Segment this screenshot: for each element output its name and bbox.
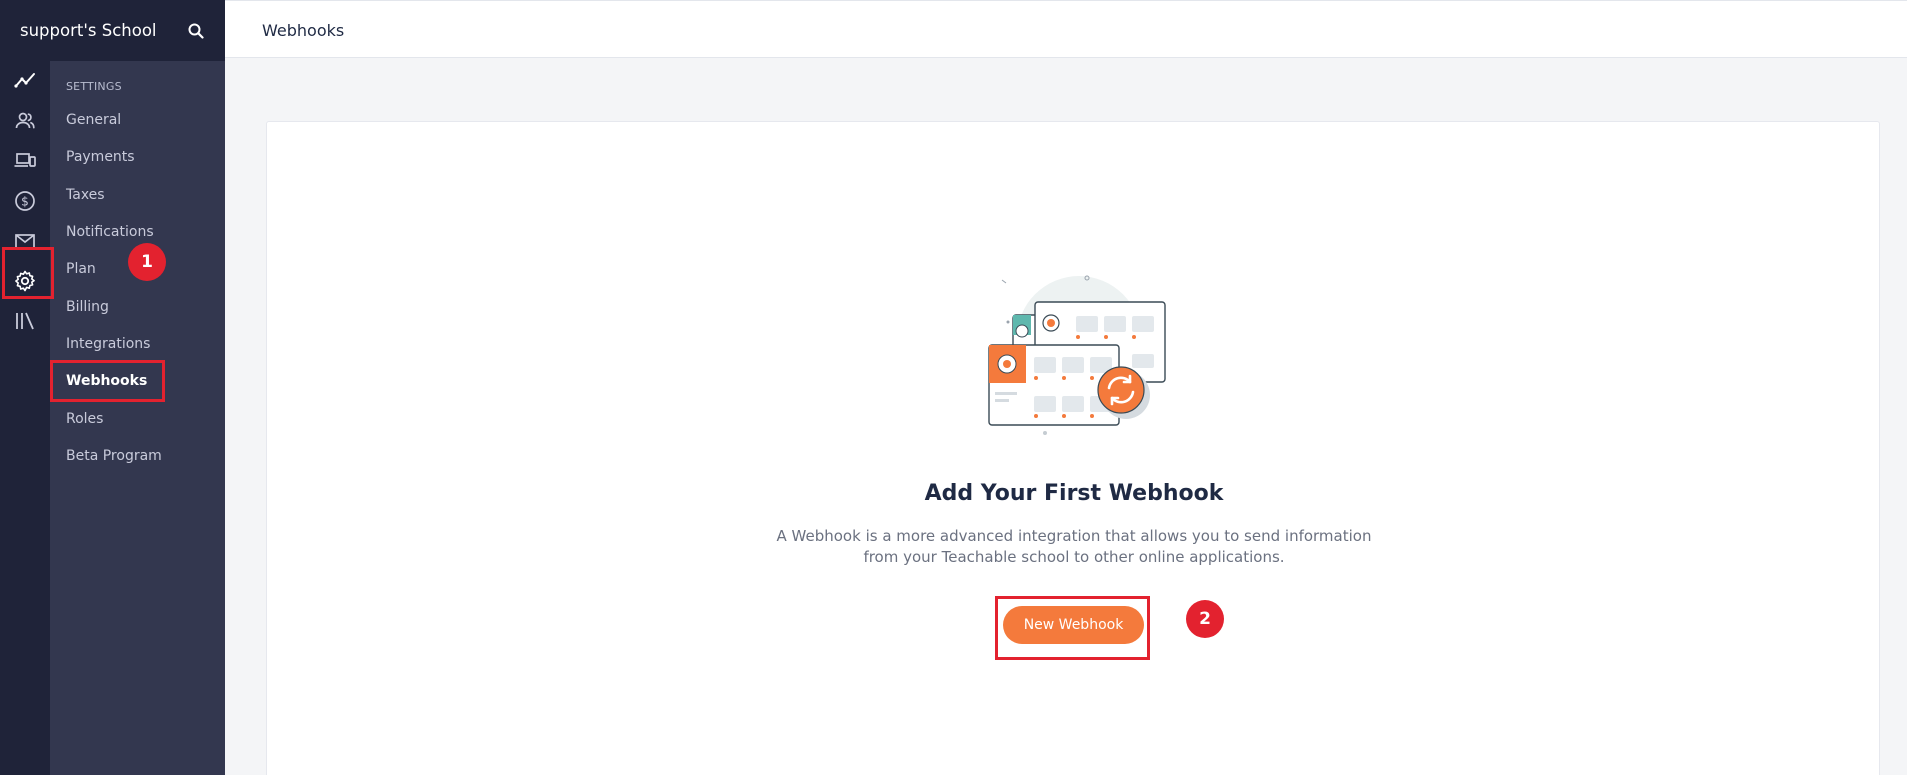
school-header: support's School [0, 0, 225, 61]
empty-state-description: A Webhook is a more advanced integration… [776, 527, 1372, 566]
gear-highlight-box [2, 247, 54, 299]
icon-rail: $ [0, 61, 50, 775]
dollar-icon[interactable]: $ [0, 181, 50, 221]
subnav-item-roles[interactable]: Roles [66, 411, 103, 427]
subnav-item-beta-program[interactable]: Beta Program [66, 448, 162, 464]
subnav-item-billing[interactable]: Billing [66, 299, 109, 315]
devices-icon[interactable] [0, 141, 50, 181]
subnav-item-taxes[interactable]: Taxes [66, 187, 105, 203]
users-icon[interactable] [0, 101, 50, 141]
subnav-item-payments[interactable]: Payments [66, 149, 135, 165]
webhooks-highlight-box [50, 360, 165, 402]
school-name[interactable]: support's School [20, 21, 187, 40]
new-webhook-highlight-box [995, 596, 1150, 660]
step-badge-2: 2 [1186, 600, 1224, 638]
page-header: Webhooks [225, 0, 1907, 58]
settings-subnav: SETTINGS General Payments Taxes Notifica… [50, 61, 225, 775]
subnav-item-notifications[interactable]: Notifications [66, 224, 154, 240]
svg-text:$: $ [21, 195, 29, 209]
search-icon[interactable] [187, 22, 205, 40]
empty-state-title: Add Your First Webhook [924, 481, 1224, 506]
webhooks-empty-card: Add Your First Webhook A Webhook is a mo… [266, 121, 1880, 775]
subnav-item-integrations[interactable]: Integrations [66, 336, 150, 352]
library-icon[interactable] [0, 301, 50, 341]
subnav-item-general[interactable]: General [66, 112, 121, 128]
settings-heading: SETTINGS [66, 80, 122, 93]
analytics-icon[interactable] [0, 61, 50, 101]
page-title: Webhooks [262, 21, 345, 40]
subnav-item-plan[interactable]: Plan [66, 261, 96, 277]
step-badge-1: 1 [128, 243, 166, 281]
webhook-illustration [988, 275, 1166, 435]
